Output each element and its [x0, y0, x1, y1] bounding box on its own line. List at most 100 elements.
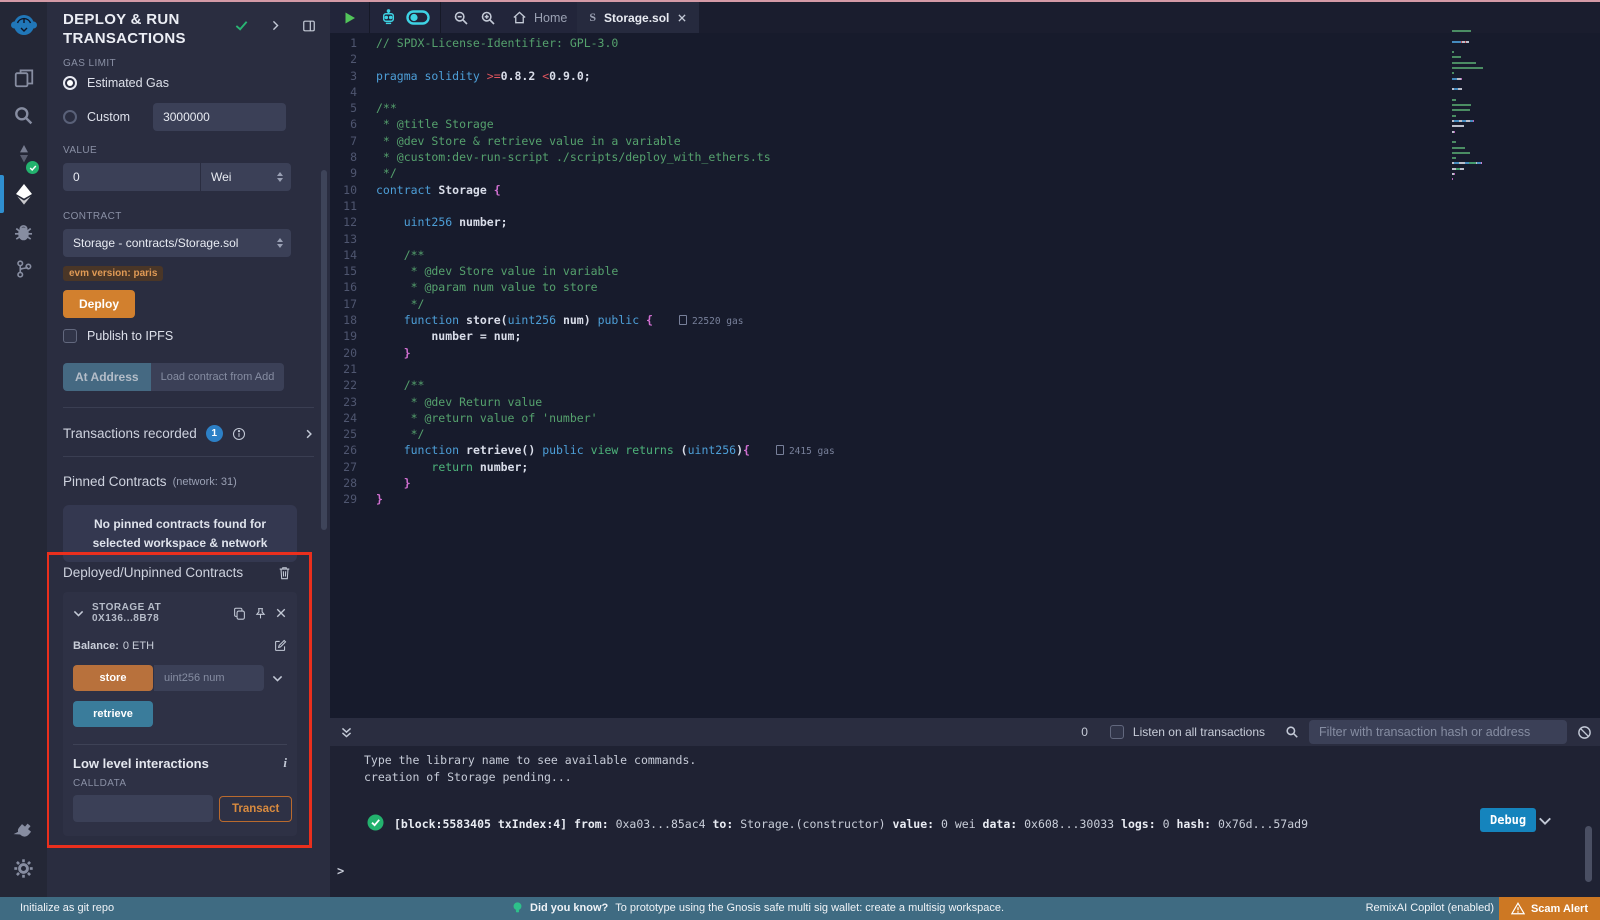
search-icon[interactable]	[0, 105, 47, 126]
remix-logo[interactable]	[0, 10, 47, 42]
terminal-line: creation of Storage pending...	[364, 770, 572, 784]
terminal[interactable]: Type the library name to see available c…	[330, 746, 1600, 897]
scam-alert-button[interactable]: Scam Alert	[1499, 897, 1600, 920]
code-line[interactable]: 22 /**	[330, 377, 1600, 393]
estimated-gas-option[interactable]: Estimated Gas	[63, 76, 330, 90]
store-arg-input[interactable]	[154, 665, 264, 691]
close-tab-icon[interactable]	[677, 13, 687, 23]
pin-panel-icon[interactable]	[302, 19, 316, 33]
code-line[interactable]: 2	[330, 51, 1600, 67]
code-line[interactable]: 8 * @custom:dev-run-script ./scripts/dep…	[330, 149, 1600, 165]
code-line[interactable]: 12 uint256 number;	[330, 214, 1600, 230]
listen-all-checkbox[interactable]	[1110, 725, 1124, 739]
code-line[interactable]: 21	[330, 361, 1600, 377]
code-line[interactable]: 7 * @dev Store & retrieve value in a var…	[330, 133, 1600, 149]
file-explorer-icon[interactable]	[0, 67, 47, 89]
code-line[interactable]: 25 */	[330, 426, 1600, 442]
ai-copilot-icon[interactable]	[380, 9, 397, 26]
settings-gear-icon[interactable]	[0, 858, 47, 879]
terminal-scrollbar[interactable]	[1585, 826, 1592, 882]
code-line[interactable]: 1// SPDX-License-Identifier: GPL-3.0	[330, 35, 1600, 51]
copilot-toggle[interactable]	[406, 10, 430, 25]
code-line[interactable]: 28 }	[330, 475, 1600, 491]
terminal-header: 0 Listen on all transactions	[330, 718, 1600, 746]
value-unit-select[interactable]: Wei	[201, 163, 291, 191]
pinned-contracts-title: Pinned Contracts	[63, 474, 167, 489]
code-line[interactable]: 15 * @dev Store value in variable	[330, 263, 1600, 279]
publish-ipfs-option[interactable]: Publish to IPFS	[63, 329, 330, 343]
debugger-icon[interactable]	[0, 222, 47, 243]
home-tab[interactable]: Home	[512, 10, 567, 25]
listen-count: 0	[1081, 725, 1088, 739]
side-panel-scrollbar[interactable]	[321, 170, 327, 530]
publish-ipfs-checkbox[interactable]	[63, 329, 77, 343]
code-line[interactable]: 10contract Storage {	[330, 182, 1600, 198]
plugin-manager-icon[interactable]	[0, 820, 47, 841]
collapse-terminal-icon[interactable]	[340, 726, 353, 739]
run-script-icon[interactable]	[343, 11, 357, 25]
info-icon[interactable]	[232, 427, 246, 441]
deployed-contracts-title: Deployed/Unpinned Contracts	[63, 565, 243, 580]
pin-contract-icon[interactable]	[254, 607, 267, 620]
zoom-out-icon[interactable]	[453, 10, 469, 26]
at-address-input[interactable]	[151, 363, 284, 391]
at-address-button[interactable]: At Address	[63, 363, 151, 391]
code-line[interactable]: 9 */	[330, 165, 1600, 181]
calldata-input[interactable]	[73, 795, 213, 822]
code-lines[interactable]: 1// SPDX-License-Identifier: GPL-3.023pr…	[330, 35, 1600, 508]
trash-icon[interactable]	[278, 566, 291, 580]
transactions-recorded-row[interactable]: Transactions recorded 1	[63, 425, 330, 442]
code-line[interactable]: 24 * @return value of 'number'	[330, 410, 1600, 426]
code-line[interactable]: 20 }	[330, 345, 1600, 361]
git-icon[interactable]	[0, 258, 47, 280]
deploy-button[interactable]: Deploy	[63, 290, 135, 318]
tx-count-badge: 1	[206, 425, 223, 442]
tab-storage-sol[interactable]: S Storage.sol	[577, 2, 699, 33]
custom-gas-radio[interactable]	[63, 110, 77, 124]
activity-bar	[0, 2, 47, 897]
code-line[interactable]: 4	[330, 84, 1600, 100]
edit-balance-icon[interactable]	[274, 639, 287, 652]
code-line[interactable]: 14 /**	[330, 247, 1600, 263]
code-line[interactable]: 6 * @title Storage	[330, 116, 1600, 132]
code-line[interactable]: 23 * @dev Return value	[330, 394, 1600, 410]
copilot-status[interactable]: RemixAI Copilot (enabled)	[1366, 902, 1494, 914]
code-line[interactable]: 27 return number;	[330, 459, 1600, 475]
code-line[interactable]: 18 function store(uint256 num) public {2…	[330, 312, 1600, 328]
code-line[interactable]: 3pragma solidity >=0.8.2 <0.9.0;	[330, 68, 1600, 84]
custom-gas-input[interactable]	[153, 103, 286, 131]
contract-select[interactable]: Storage - contracts/Storage.sol	[63, 229, 291, 257]
code-line[interactable]: 5/**	[330, 100, 1600, 116]
terminal-filter-input[interactable]	[1309, 720, 1567, 744]
code-line[interactable]: 11	[330, 198, 1600, 214]
network-label: (network: 31)	[173, 476, 237, 488]
deploy-run-icon[interactable]	[0, 182, 47, 206]
transact-button[interactable]: Transact	[219, 796, 292, 822]
tx-summary[interactable]: [block:5583405 txIndex:4] from: 0xa03...…	[394, 817, 1308, 831]
remove-contract-icon[interactable]	[275, 607, 287, 619]
zoom-in-icon[interactable]	[480, 10, 496, 26]
code-line[interactable]: 13	[330, 231, 1600, 247]
copy-address-icon[interactable]	[233, 607, 246, 620]
expand-transactions-icon[interactable]	[304, 429, 314, 439]
value-input[interactable]	[63, 163, 200, 191]
debug-button[interactable]: Debug	[1480, 808, 1536, 832]
solidity-compiler-icon[interactable]	[0, 143, 47, 167]
store-function-button[interactable]: store	[73, 665, 153, 691]
expand-panel-icon[interactable]	[270, 20, 281, 31]
terminal-prompt[interactable]: >	[337, 864, 344, 878]
retrieve-function-button[interactable]: retrieve	[73, 701, 153, 727]
code-line[interactable]: 26 function retrieve() public view retur…	[330, 442, 1600, 458]
git-init-action[interactable]: Initialize as git repo	[20, 902, 114, 914]
code-line[interactable]: 29}	[330, 491, 1600, 507]
clear-console-icon[interactable]	[1577, 725, 1592, 740]
code-line[interactable]: 19 number = num;	[330, 328, 1600, 344]
minimap[interactable]	[1449, 28, 1513, 203]
code-line[interactable]: 17 */	[330, 296, 1600, 312]
estimated-gas-radio[interactable]	[63, 76, 77, 90]
code-line[interactable]: 16 * @param num value to store	[330, 279, 1600, 295]
low-level-info-icon[interactable]: i	[283, 755, 287, 771]
collapse-contract-icon[interactable]	[73, 608, 84, 619]
expand-store-icon[interactable]	[272, 673, 283, 684]
expand-tx-icon[interactable]	[1538, 814, 1552, 828]
